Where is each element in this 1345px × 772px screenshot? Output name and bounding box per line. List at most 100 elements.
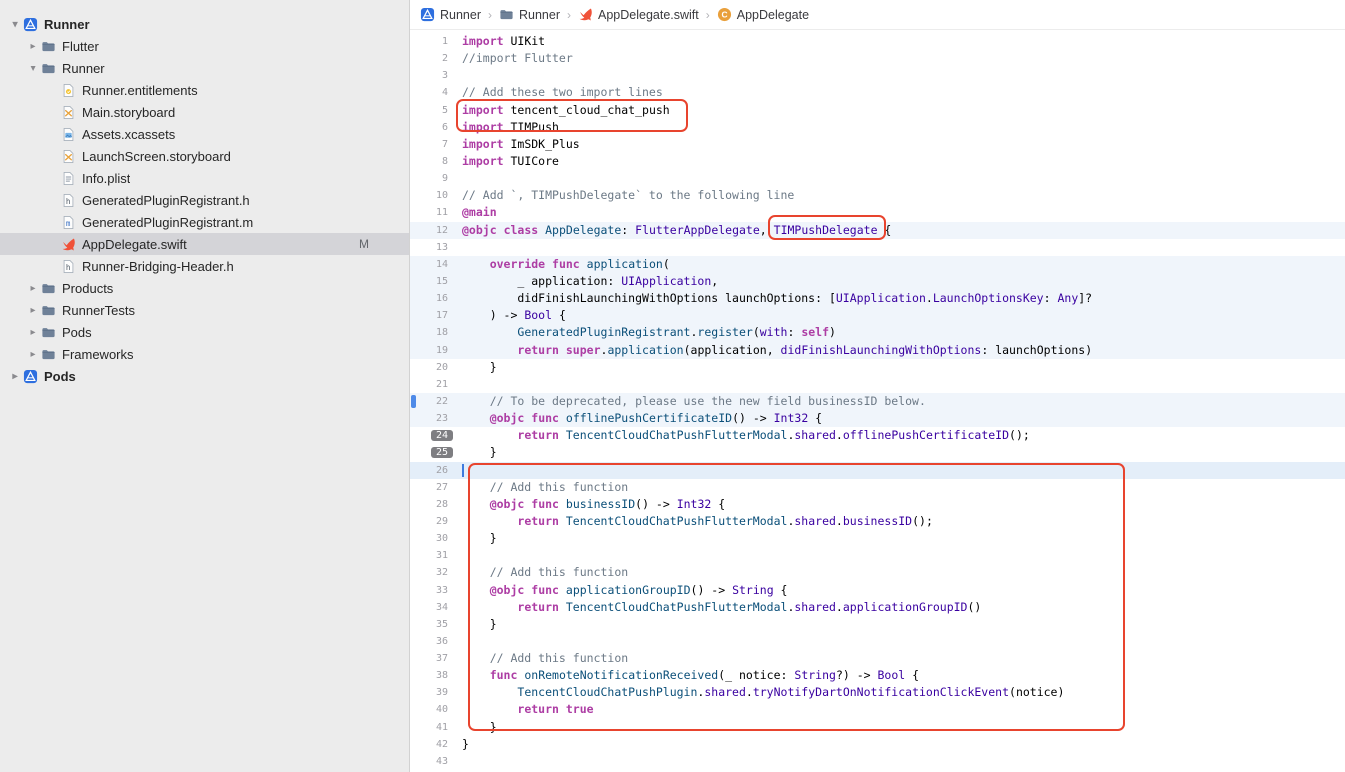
line-number[interactable]: 4 bbox=[410, 84, 454, 101]
code-line[interactable]: 15 _ application: UIApplication, bbox=[410, 273, 1345, 290]
code-line[interactable]: 24 return TencentCloudChatPushFlutterMod… bbox=[410, 427, 1345, 444]
code-line[interactable]: 25 } bbox=[410, 444, 1345, 461]
code-line[interactable]: 23 @objc func offlinePushCertificateID()… bbox=[410, 410, 1345, 427]
disclosure-chevron-icon[interactable]: ▸ bbox=[10, 17, 21, 31]
project-navigator[interactable]: ▸Runner▸Flutter▸RunnerRunner.entitlement… bbox=[0, 0, 410, 772]
sidebar-item-appdelegate-swift[interactable]: AppDelegate.swiftM bbox=[0, 233, 409, 255]
breadcrumb-item-appdelegate[interactable]: CAppDelegate bbox=[717, 7, 809, 22]
jump-bar[interactable]: Runner›Runner›AppDelegate.swift›CAppDele… bbox=[410, 0, 1345, 30]
sidebar-item-pods[interactable]: ▸Pods bbox=[0, 321, 409, 343]
code-line[interactable]: 39 TencentCloudChatPushPlugin.shared.try… bbox=[410, 684, 1345, 701]
disclosure-chevron-icon[interactable]: ▸ bbox=[26, 349, 40, 360]
line-number[interactable]: 30 bbox=[410, 530, 454, 547]
code-line[interactable]: 26 bbox=[410, 462, 1345, 479]
sidebar-item-assets-xcassets[interactable]: Assets.xcassets bbox=[0, 123, 409, 145]
code-line[interactable]: 27 // Add this function bbox=[410, 479, 1345, 496]
line-number[interactable]: 6 bbox=[410, 119, 454, 136]
code-line[interactable]: 1import UIKit bbox=[410, 33, 1345, 50]
code-line[interactable]: 34 return TencentCloudChatPushFlutterMod… bbox=[410, 599, 1345, 616]
code-line[interactable]: 42} bbox=[410, 736, 1345, 753]
code-line[interactable]: 31 bbox=[410, 547, 1345, 564]
line-number[interactable]: 18 bbox=[410, 324, 454, 341]
code-line[interactable]: 2//import Flutter bbox=[410, 50, 1345, 67]
code-line[interactable]: 12@objc class AppDelegate: FlutterAppDel… bbox=[410, 222, 1345, 239]
code-line[interactable]: 5import tencent_cloud_chat_push bbox=[410, 102, 1345, 119]
line-number[interactable]: 22 bbox=[410, 393, 454, 410]
code-line[interactable]: 37 // Add this function bbox=[410, 650, 1345, 667]
code-line[interactable]: 41 } bbox=[410, 719, 1345, 736]
line-number[interactable]: 10 bbox=[410, 187, 454, 204]
sidebar-item-flutter[interactable]: ▸Flutter bbox=[0, 35, 409, 57]
line-number[interactable]: 36 bbox=[410, 633, 454, 650]
disclosure-chevron-icon[interactable]: ▸ bbox=[26, 327, 40, 338]
code-line[interactable]: 35 } bbox=[410, 616, 1345, 633]
breadcrumb-item-appdelegate-swift[interactable]: AppDelegate.swift bbox=[578, 7, 699, 22]
code-line[interactable]: 32 // Add this function bbox=[410, 564, 1345, 581]
line-number[interactable]: 25 bbox=[410, 444, 454, 461]
line-number[interactable]: 21 bbox=[410, 376, 454, 393]
line-number[interactable]: 14 bbox=[410, 256, 454, 273]
sidebar-item-runnertests[interactable]: ▸RunnerTests bbox=[0, 299, 409, 321]
code-editor[interactable]: 1import UIKit2//import Flutter34// Add t… bbox=[410, 30, 1345, 772]
code-line[interactable]: 17 ) -> Bool { bbox=[410, 307, 1345, 324]
code-line[interactable]: 19 return super.application(application,… bbox=[410, 342, 1345, 359]
code-line[interactable]: 9 bbox=[410, 170, 1345, 187]
line-number[interactable]: 38 bbox=[410, 667, 454, 684]
disclosure-chevron-icon[interactable]: ▸ bbox=[8, 371, 22, 382]
line-number[interactable]: 23 bbox=[410, 410, 454, 427]
code-line[interactable]: 7import ImSDK_Plus bbox=[410, 136, 1345, 153]
line-number[interactable]: 7 bbox=[410, 136, 454, 153]
code-line[interactable]: 28 @objc func businessID() -> Int32 { bbox=[410, 496, 1345, 513]
sidebar-item-main-storyboard[interactable]: Main.storyboard bbox=[0, 101, 409, 123]
code-line[interactable]: 4// Add these two import lines bbox=[410, 84, 1345, 101]
code-line[interactable]: 11@main bbox=[410, 204, 1345, 221]
code-line[interactable]: 36 bbox=[410, 633, 1345, 650]
line-number[interactable]: 20 bbox=[410, 359, 454, 376]
sidebar-item-runner[interactable]: ▸Runner bbox=[0, 13, 409, 35]
line-number[interactable]: 37 bbox=[410, 650, 454, 667]
sidebar-item-frameworks[interactable]: ▸Frameworks bbox=[0, 343, 409, 365]
line-number[interactable]: 13 bbox=[410, 239, 454, 256]
sidebar-item-launchscreen-storyboard[interactable]: LaunchScreen.storyboard bbox=[0, 145, 409, 167]
line-number[interactable]: 35 bbox=[410, 616, 454, 633]
line-number[interactable]: 8 bbox=[410, 153, 454, 170]
line-number[interactable]: 2 bbox=[410, 50, 454, 67]
line-number[interactable]: 32 bbox=[410, 564, 454, 581]
code-line[interactable]: 22 // To be deprecated, please use the n… bbox=[410, 393, 1345, 410]
line-number[interactable]: 16 bbox=[410, 290, 454, 307]
code-line[interactable]: 14 override func application( bbox=[410, 256, 1345, 273]
line-number[interactable]: 19 bbox=[410, 342, 454, 359]
code-line[interactable]: 8import TUICore bbox=[410, 153, 1345, 170]
line-number[interactable]: 43 bbox=[410, 753, 454, 770]
line-number[interactable]: 33 bbox=[410, 582, 454, 599]
line-number[interactable]: 5 bbox=[410, 102, 454, 119]
line-number[interactable]: 42 bbox=[410, 736, 454, 753]
line-number[interactable]: 27 bbox=[410, 479, 454, 496]
sidebar-item-info-plist[interactable]: Info.plist bbox=[0, 167, 409, 189]
code-line[interactable]: 13 bbox=[410, 239, 1345, 256]
sidebar-item-runner-bridging-header-h[interactable]: hRunner-Bridging-Header.h bbox=[0, 255, 409, 277]
line-number[interactable]: 31 bbox=[410, 547, 454, 564]
line-number[interactable]: 11 bbox=[410, 204, 454, 221]
code-line[interactable]: 21 bbox=[410, 376, 1345, 393]
breadcrumb-item-runner[interactable]: Runner bbox=[499, 7, 560, 22]
code-line[interactable]: 18 GeneratedPluginRegistrant.register(wi… bbox=[410, 324, 1345, 341]
code-line[interactable]: 6import TIMPush bbox=[410, 119, 1345, 136]
disclosure-chevron-icon[interactable]: ▸ bbox=[28, 61, 39, 75]
line-number[interactable]: 1 bbox=[410, 33, 454, 50]
sidebar-item-generatedpluginregistrant-h[interactable]: hGeneratedPluginRegistrant.h bbox=[0, 189, 409, 211]
line-number[interactable]: 3 bbox=[410, 67, 454, 84]
code-line[interactable]: 10// Add `, TIMPushDelegate` to the foll… bbox=[410, 187, 1345, 204]
code-line[interactable]: 20 } bbox=[410, 359, 1345, 376]
sidebar-item-generatedpluginregistrant-m[interactable]: mGeneratedPluginRegistrant.m bbox=[0, 211, 409, 233]
line-number[interactable]: 28 bbox=[410, 496, 454, 513]
line-number[interactable]: 29 bbox=[410, 513, 454, 530]
sidebar-item-runner-entitlements[interactable]: Runner.entitlements bbox=[0, 79, 409, 101]
line-number[interactable]: 9 bbox=[410, 170, 454, 187]
line-number[interactable]: 39 bbox=[410, 684, 454, 701]
line-number[interactable]: 26 bbox=[410, 462, 454, 479]
disclosure-chevron-icon[interactable]: ▸ bbox=[26, 305, 40, 316]
line-number[interactable]: 40 bbox=[410, 701, 454, 718]
disclosure-chevron-icon[interactable]: ▸ bbox=[26, 41, 40, 52]
sidebar-item-pods[interactable]: ▸Pods bbox=[0, 365, 409, 387]
